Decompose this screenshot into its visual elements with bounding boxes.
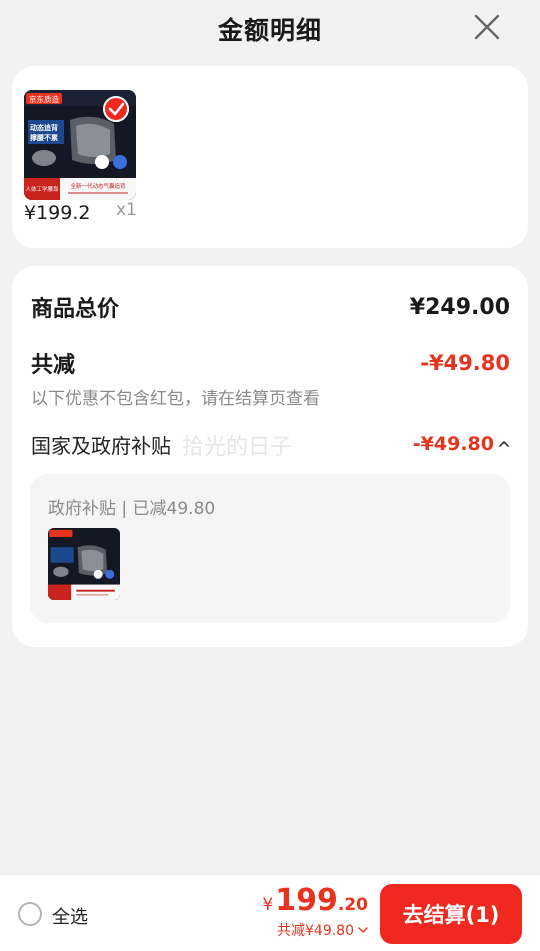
pay-decimal: .20: [337, 895, 368, 915]
pay-amount: ¥ 199 .20 共减¥49.80: [262, 883, 368, 940]
close-icon: [474, 14, 500, 40]
subsidy-detail-box: 政府补贴 | 已减49.80: [30, 474, 510, 623]
svg-text:京东质造: 京东质造: [29, 94, 59, 104]
pay-amount-line: ¥ 199 .20: [262, 883, 368, 918]
chevron-down-icon: [358, 927, 368, 933]
svg-text:人体工学腰靠: 人体工学腰靠: [25, 185, 59, 193]
header: 金额明细: [0, 0, 540, 58]
subsidy-value: -¥49.80: [412, 433, 494, 455]
svg-text:全新一代动态气囊追背: 全新一代动态气囊追背: [70, 182, 126, 190]
subsidy-detail-title: 政府补贴 | 已减49.80: [48, 499, 216, 519]
discount-row: 共减 -¥49.80: [31, 348, 510, 378]
price-detail-card: 商品总价 ¥249.00 共减 -¥49.80 以下优惠不包含红包，请在结算页查…: [12, 266, 528, 647]
discount-label: 共减: [31, 353, 76, 378]
subsidy-product-image-graphic: [48, 528, 120, 600]
select-all-label[interactable]: 全选: [52, 903, 88, 929]
product-quantity: x1: [116, 200, 137, 220]
total-row: 商品总价 ¥249.00: [31, 292, 510, 323]
subsidy-label: 国家及政府补贴: [31, 433, 171, 458]
subsidy-row[interactable]: 国家及政府补贴 -¥49.80: [31, 431, 510, 458]
select-all-radio[interactable]: [18, 902, 42, 926]
chevron-up-icon: [499, 441, 509, 447]
saved-amount[interactable]: 共减¥49.80: [262, 920, 368, 940]
subsidy-product-image[interactable]: [48, 528, 120, 600]
checkout-bar: 全选 ¥ 199 .20 共减¥49.80 去结算(1): [0, 874, 540, 951]
product-card: 京东质造 动态追背 撑腰不累 人体工学腰靠 全新一代动态气囊追背 ¥199.2 …: [12, 66, 528, 248]
saved-text: 共减¥49.80: [277, 923, 354, 939]
svg-text:撑腰不累: 撑腰不累: [30, 133, 58, 142]
product-image[interactable]: 京东质造 动态追背 撑腰不累 人体工学腰靠 全新一代动态气囊追背: [24, 90, 136, 200]
pay-integer: 199: [275, 883, 338, 918]
discount-value: -¥49.80: [420, 351, 510, 375]
product-price: ¥199.2: [24, 202, 91, 224]
total-label: 商品总价: [31, 297, 120, 322]
svg-text:动态追背: 动态追背: [30, 123, 58, 132]
pay-currency: ¥: [262, 895, 274, 915]
close-button[interactable]: [472, 12, 502, 42]
checkout-button[interactable]: 去结算(1): [380, 884, 522, 944]
discount-note: 以下优惠不包含红包，请在结算页查看: [31, 389, 320, 409]
total-value: ¥249.00: [409, 294, 510, 320]
subsidy-value-wrap[interactable]: -¥49.80: [413, 433, 510, 455]
page-title: 金额明细: [217, 16, 322, 45]
product-image-graphic: 京东质造 动态追背 撑腰不累 人体工学腰靠 全新一代动态气囊追背: [24, 90, 136, 200]
